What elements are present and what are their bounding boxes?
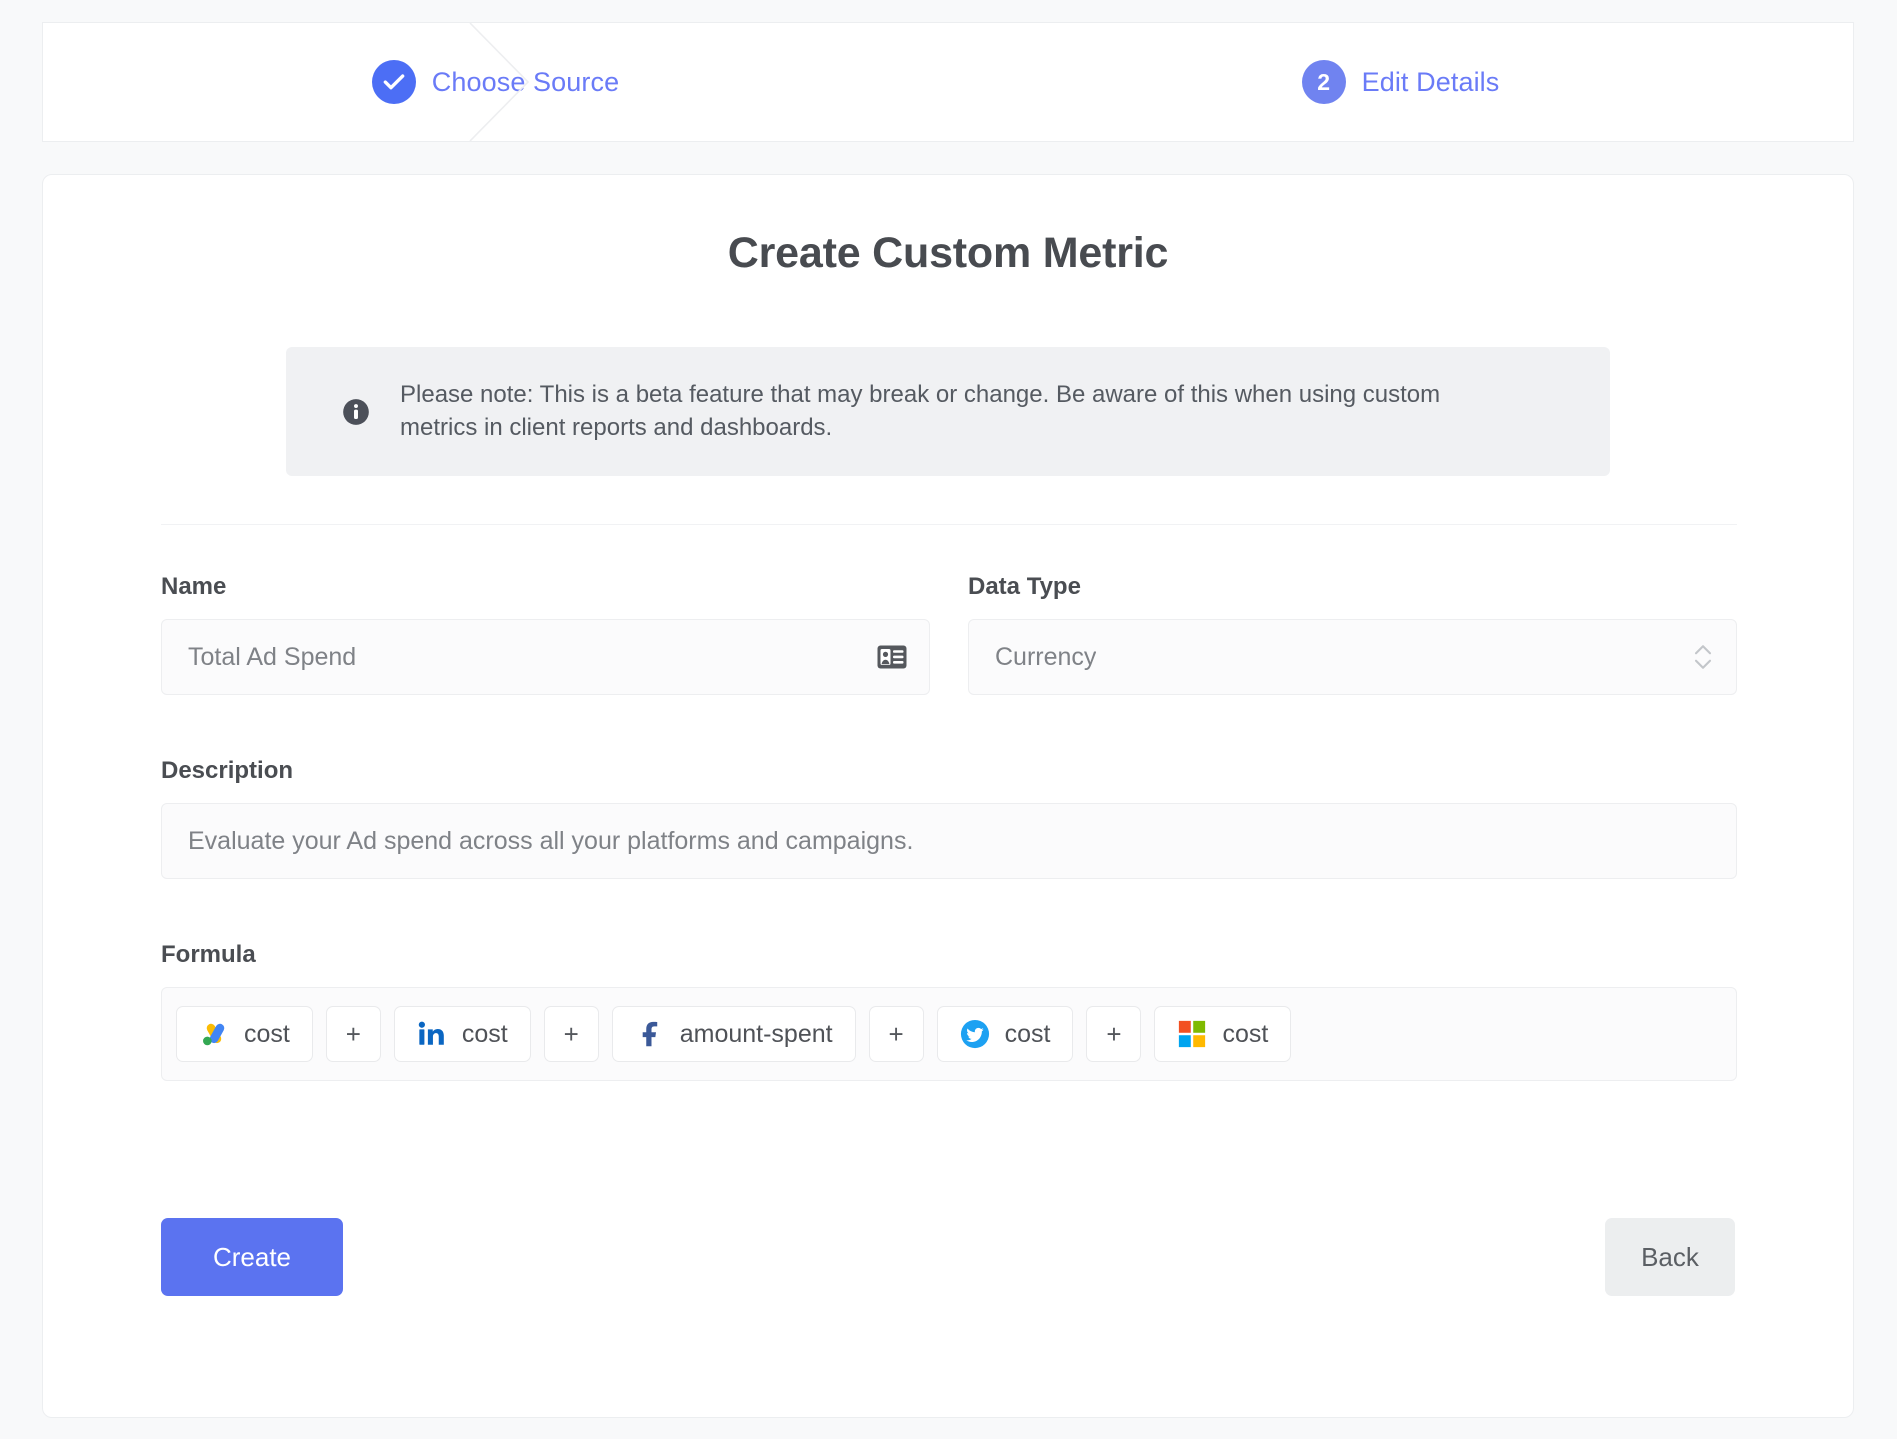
info-icon: [342, 398, 370, 426]
back-button[interactable]: Back: [1605, 1218, 1735, 1296]
google-ads-icon: [199, 1019, 229, 1049]
formula-token-facebook-amount-spent[interactable]: amount-spent: [612, 1006, 856, 1062]
formula-operator-label: +: [346, 1019, 361, 1050]
step-1-indicator: [372, 60, 416, 104]
microsoft-icon: [1177, 1019, 1207, 1049]
chevron-up-down-icon[interactable]: [1692, 640, 1714, 674]
formula-label: Formula: [161, 941, 1737, 969]
data-type-value: Currency: [995, 643, 1096, 672]
formula-operator-plus-4[interactable]: +: [1086, 1006, 1141, 1062]
beta-note-text: Please note: This is a beta feature that…: [400, 379, 1515, 444]
description-label: Description: [161, 757, 1737, 785]
formula-operator-plus-1[interactable]: +: [326, 1006, 381, 1062]
create-custom-metric-page: Choose Source 2 Edit Details Create Cust…: [0, 0, 1897, 1439]
id-card-icon: [877, 645, 907, 669]
step-2-number: 2: [1317, 71, 1330, 94]
step-2-label: Edit Details: [1362, 67, 1500, 98]
data-type-select[interactable]: Currency: [968, 619, 1737, 695]
name-input-value: Total Ad Spend: [188, 643, 356, 672]
data-type-label: Data Type: [968, 573, 1737, 601]
linkedin-icon: [417, 1019, 447, 1049]
formula-operator-label: +: [564, 1019, 579, 1050]
description-input[interactable]: Evaluate your Ad spend across all your p…: [161, 803, 1737, 879]
formula-operator-label: +: [889, 1019, 904, 1050]
formula-token-label: cost: [244, 1022, 290, 1047]
formula-token-microsoft-cost[interactable]: cost: [1154, 1006, 1291, 1062]
formula-token-label: amount-spent: [680, 1022, 833, 1047]
wizard-stepper: Choose Source 2 Edit Details: [42, 22, 1854, 142]
formula-token-google-ads-cost[interactable]: cost: [176, 1006, 313, 1062]
formula-builder[interactable]: cost + cost: [161, 987, 1737, 1081]
formula-token-label: cost: [462, 1022, 508, 1047]
section-divider: [161, 524, 1737, 525]
step-2-indicator: 2: [1302, 60, 1346, 104]
create-metric-card: Create Custom Metric Please note: This i…: [42, 174, 1854, 1418]
formula-field-group: Formula cost +: [161, 941, 1737, 1081]
facebook-icon: [635, 1019, 665, 1049]
twitter-icon: [960, 1019, 990, 1049]
formula-operator-plus-2[interactable]: +: [544, 1006, 599, 1062]
beta-note-banner: Please note: This is a beta feature that…: [286, 347, 1610, 476]
formula-token-label: cost: [1222, 1022, 1268, 1047]
name-and-type-row: Name Total Ad Spend: [161, 573, 1737, 695]
step-edit-details[interactable]: 2 Edit Details: [948, 23, 1853, 141]
create-button[interactable]: Create: [161, 1218, 343, 1296]
formula-token-twitter-cost[interactable]: cost: [937, 1006, 1074, 1062]
description-field-group: Description Evaluate your Ad spend acros…: [161, 757, 1737, 879]
formula-token-linkedin-cost[interactable]: cost: [394, 1006, 531, 1062]
name-label: Name: [161, 573, 930, 601]
name-field-group: Name Total Ad Spend: [161, 573, 930, 695]
page-title: Create Custom Metric: [43, 175, 1853, 278]
name-input[interactable]: Total Ad Spend: [161, 619, 930, 695]
description-input-value: Evaluate your Ad spend across all your p…: [188, 827, 913, 856]
form-actions: Create Back: [161, 1218, 1735, 1296]
data-type-field-group: Data Type Currency: [968, 573, 1737, 695]
formula-operator-plus-3[interactable]: +: [869, 1006, 924, 1062]
formula-token-label: cost: [1005, 1022, 1051, 1047]
step-1-label: Choose Source: [432, 67, 619, 98]
step-choose-source[interactable]: Choose Source: [43, 23, 948, 141]
metric-form: Name Total Ad Spend: [161, 573, 1737, 1081]
formula-operator-label: +: [1106, 1019, 1121, 1050]
